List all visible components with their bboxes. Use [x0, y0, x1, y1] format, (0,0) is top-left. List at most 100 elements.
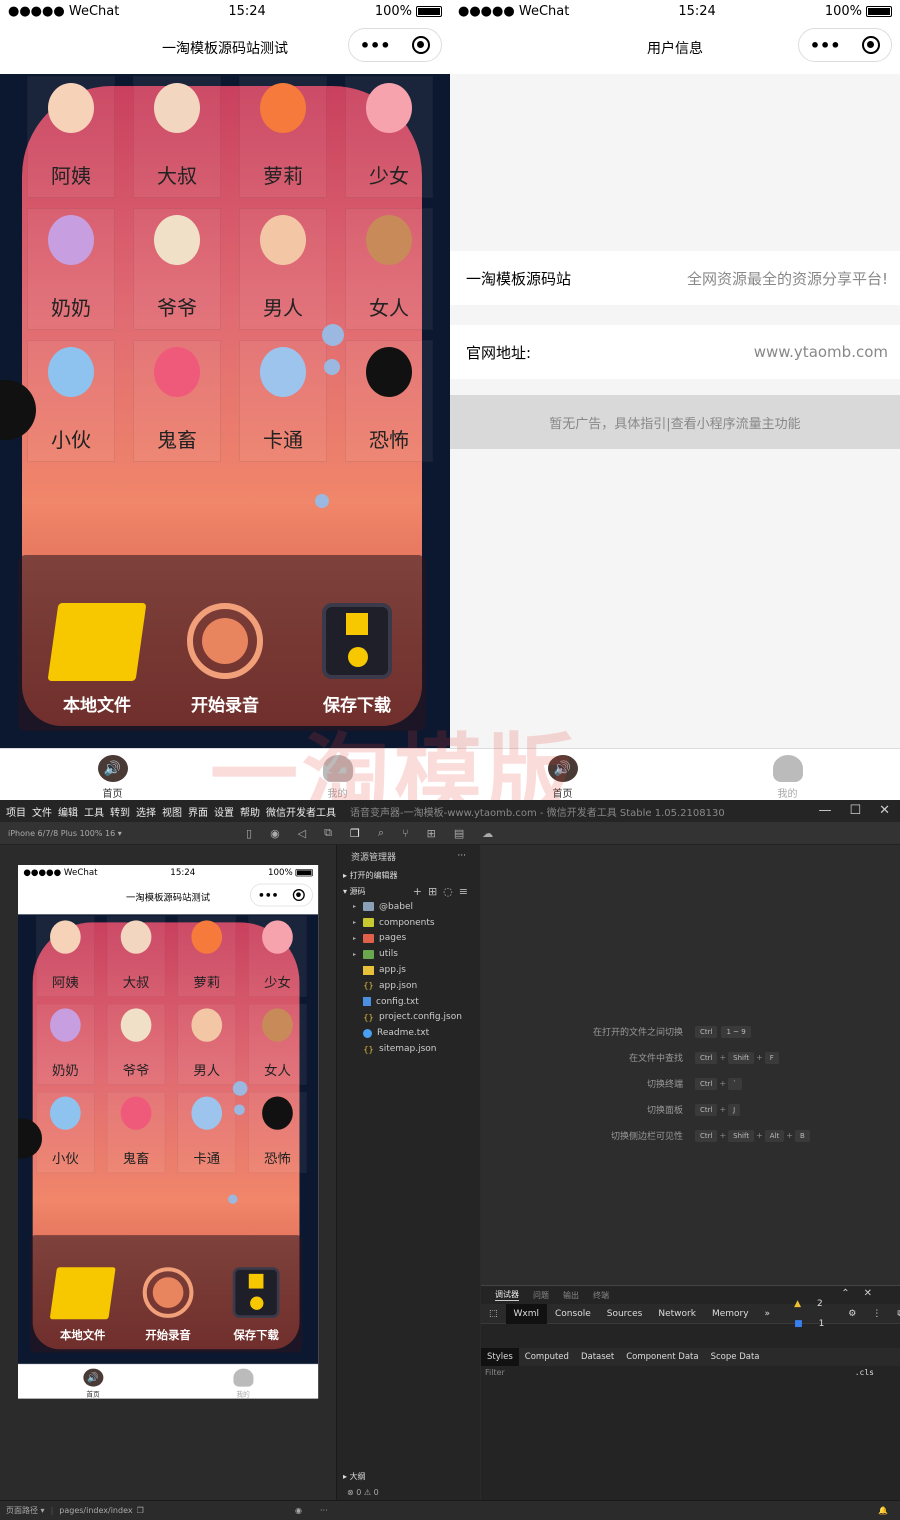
menu-item[interactable]: 选择 — [136, 804, 156, 819]
console-tab[interactable]: Sources — [599, 1304, 651, 1324]
voice-item[interactable]: 恐怖 — [345, 340, 433, 462]
bell-icon[interactable]: 🔔 — [878, 1506, 888, 1515]
close-miniprogram-icon[interactable] — [862, 36, 881, 54]
file-item[interactable]: app.js — [337, 962, 480, 978]
page-path-label[interactable]: 页面路径 ▾ — [6, 1505, 45, 1516]
voice-item[interactable]: 卡通 — [239, 340, 327, 462]
close-miniprogram-icon[interactable] — [292, 889, 305, 902]
local-file-button[interactable]: 本地文件 — [42, 603, 152, 716]
console-tab[interactable]: » — [757, 1304, 779, 1324]
voice-item[interactable]: 萝莉 — [239, 76, 327, 198]
voice-item[interactable]: 女人 — [345, 208, 433, 330]
more-icon[interactable]: ··· — [457, 851, 466, 861]
close-icon[interactable]: ✕ — [879, 803, 890, 818]
voice-item[interactable]: 爷爷 — [133, 208, 221, 330]
capsule-menu[interactable]: ••• — [798, 28, 892, 62]
menu-item[interactable]: 微信开发者工具 — [266, 804, 336, 819]
style-tab[interactable]: Styles — [481, 1348, 519, 1366]
capsule-menu[interactable]: ••• — [348, 28, 442, 62]
more-icon[interactable]: ••• — [810, 36, 841, 55]
dock-icon[interactable]: ⧉ — [889, 1304, 900, 1324]
settings-icon[interactable]: ⚙ — [840, 1304, 864, 1324]
more-icon[interactable]: ••• — [360, 36, 391, 55]
menu-item[interactable]: 视图 — [162, 804, 182, 819]
menu-item[interactable]: 项目 — [6, 804, 26, 819]
voice-item[interactable]: 女人 — [248, 1003, 307, 1086]
file-item[interactable]: {} project.config.json — [337, 1010, 480, 1026]
save-download-button[interactable]: 保存下载 — [219, 1267, 292, 1343]
voice-item[interactable]: 大叔 — [106, 915, 166, 998]
window-icon[interactable]: ⧉ — [324, 826, 332, 840]
record-icon[interactable]: ◉ — [270, 827, 280, 840]
panel-icon[interactable]: ▤ — [454, 827, 464, 840]
debug-tab[interactable]: 终端 — [593, 1290, 609, 1301]
menu-item[interactable]: 工具 — [84, 804, 104, 819]
style-tab[interactable]: Computed — [519, 1348, 575, 1366]
search-icon[interactable]: ⌕ — [378, 826, 384, 840]
voice-item[interactable]: 小伙 — [27, 340, 115, 462]
voice-item[interactable]: 少女 — [248, 915, 307, 998]
inspect-icon[interactable]: ⬚ — [481, 1304, 506, 1324]
menu-item[interactable]: 文件 — [32, 804, 52, 819]
source-section[interactable]: ▾ 源码 +⊞◌≡ — [337, 883, 480, 899]
close-miniprogram-icon[interactable] — [412, 36, 431, 54]
eye-icon[interactable]: ◉ — [295, 1506, 302, 1515]
local-file-button[interactable]: 本地文件 — [46, 1267, 119, 1343]
tab-mine[interactable]: 我的 — [168, 1365, 318, 1399]
capsule-menu[interactable]: ••• — [250, 883, 313, 907]
voice-item[interactable]: 阿姨 — [27, 76, 115, 198]
voice-item[interactable]: 萝莉 — [177, 915, 237, 998]
file-item[interactable]: Readme.txt — [337, 1025, 480, 1041]
maximize-icon[interactable]: ☐ — [849, 803, 861, 818]
voice-item[interactable]: 小伙 — [36, 1091, 95, 1174]
record-button[interactable]: 开始录音 — [131, 1267, 204, 1343]
cls-button[interactable]: .cls — [855, 1368, 874, 1377]
menu-item[interactable]: 设置 — [214, 804, 234, 819]
cloud-icon[interactable]: ☁ — [482, 827, 493, 840]
more-icon[interactable]: ··· — [320, 1506, 328, 1515]
phone-icon[interactable]: ▯ — [246, 827, 252, 840]
file-item[interactable]: config.txt — [337, 994, 480, 1010]
console-tab[interactable]: Wxml — [505, 1303, 548, 1324]
menu-item[interactable]: 转到 — [110, 804, 130, 819]
sound-icon[interactable]: ◁ — [298, 827, 306, 840]
file-item[interactable]: ▸ utils — [337, 946, 480, 962]
voice-item[interactable]: 阿姨 — [36, 915, 95, 998]
device-select[interactable]: iPhone 6/7/8 Plus 100% 16 ▾ — [8, 829, 228, 838]
console-tab[interactable]: Network — [650, 1304, 704, 1324]
menu-item[interactable]: 帮助 — [240, 804, 260, 819]
open-editors-section[interactable]: ▸ 打开的编辑器 — [337, 867, 480, 883]
voice-item[interactable]: 恐怖 — [248, 1091, 307, 1174]
style-tab[interactable]: Component Data — [620, 1348, 704, 1366]
panel-controls[interactable]: ⌃✕ — [841, 1288, 886, 1299]
console-tab[interactable]: Console — [547, 1304, 599, 1324]
git-icon[interactable]: ⑂ — [402, 827, 409, 840]
minimize-icon[interactable]: — — [818, 803, 831, 818]
copy-icon[interactable]: ❐ — [137, 1506, 144, 1515]
voice-item[interactable]: 少女 — [345, 76, 433, 198]
info-row-url[interactable]: 官网地址: www.ytaomb.com — [450, 325, 900, 379]
more-icon[interactable]: ••• — [258, 889, 278, 902]
tab-home[interactable]: 🔊 首页 — [0, 749, 225, 800]
tab-mine[interactable]: 我的 — [675, 749, 900, 800]
file-item[interactable]: ▸ @babel — [337, 899, 480, 915]
console-tab[interactable]: Memory — [704, 1304, 757, 1324]
record-button[interactable]: 开始录音 — [170, 603, 280, 716]
menu-item[interactable]: 界面 — [188, 804, 208, 819]
voice-item[interactable]: 鬼畜 — [133, 340, 221, 462]
voice-item[interactable]: 男人 — [239, 208, 327, 330]
kebab-icon[interactable]: ⋮ — [864, 1304, 889, 1324]
voice-item[interactable]: 男人 — [177, 1003, 237, 1086]
tab-mine[interactable]: 我的 — [225, 749, 450, 800]
debug-tab[interactable]: 调试器 — [495, 1289, 519, 1301]
style-tab[interactable]: Dataset — [575, 1348, 620, 1366]
filter-input[interactable]: Filter — [485, 1368, 505, 1377]
file-item[interactable]: ▸ pages — [337, 931, 480, 947]
files-icon[interactable]: ❐ — [350, 827, 360, 840]
file-item[interactable]: {} sitemap.json — [337, 1041, 480, 1057]
voice-item[interactable]: 爷爷 — [106, 1003, 166, 1086]
voice-item[interactable]: 奶奶 — [27, 208, 115, 330]
voice-item[interactable]: 鬼畜 — [106, 1091, 166, 1174]
debug-tab[interactable]: 输出 — [563, 1290, 579, 1301]
tab-home[interactable]: 🔊 首页 — [18, 1365, 168, 1399]
